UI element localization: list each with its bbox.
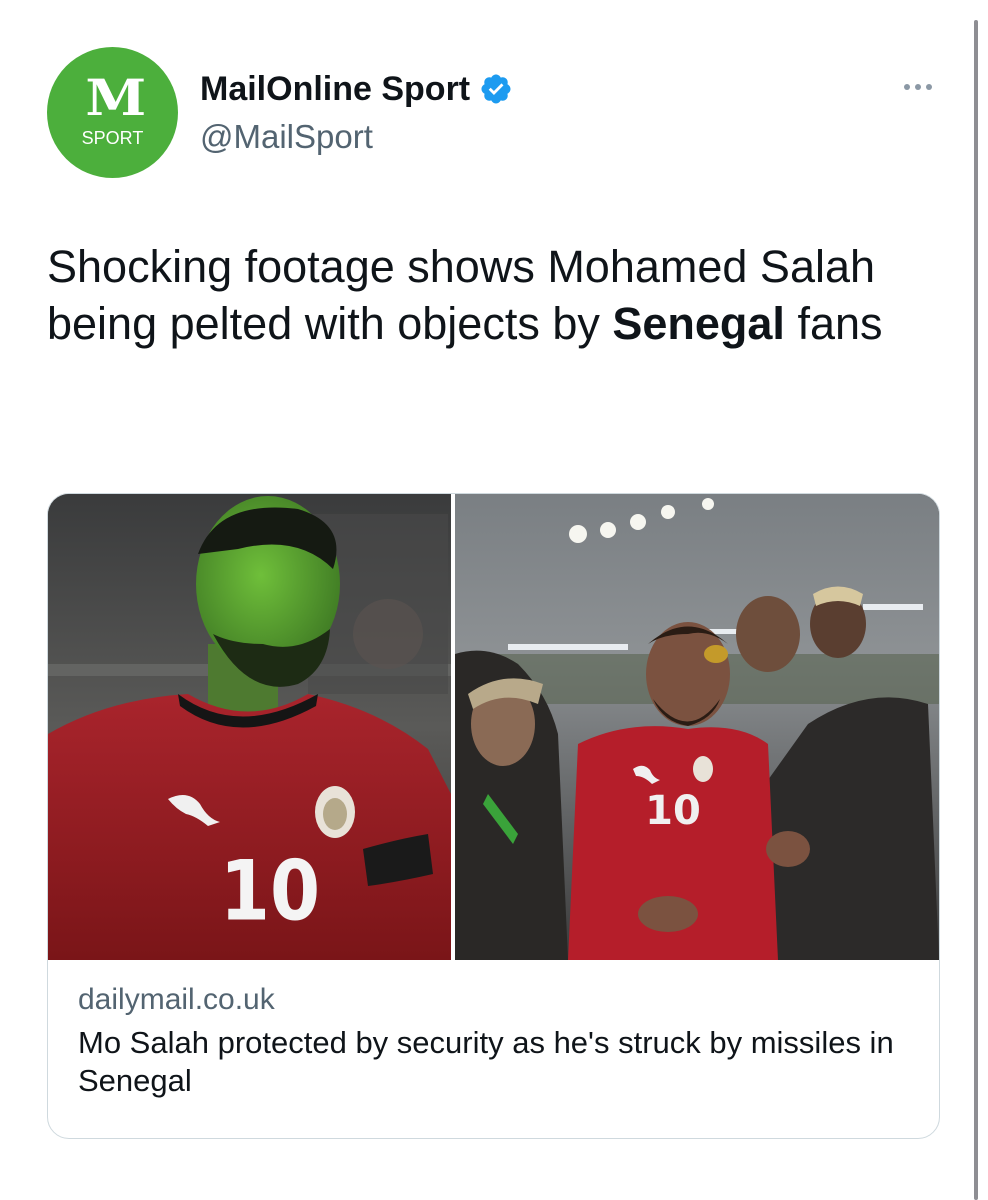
card-media-image: 10 10 <box>48 494 939 960</box>
author-name-row[interactable]: MailOnline Sport <box>200 68 513 110</box>
left-photo: 10 <box>48 494 451 960</box>
author-avatar[interactable]: M SPORT <box>47 47 178 178</box>
more-dot <box>915 84 921 90</box>
avatar-logo: M <box>85 68 146 127</box>
tweet-text: Shocking footage shows Mohamed Salah bei… <box>47 238 907 352</box>
author-handle[interactable]: @MailSport <box>200 117 373 157</box>
card-title[interactable]: Mo Salah protected by security as he's s… <box>78 1024 918 1100</box>
more-dot <box>904 84 910 90</box>
more-options-icon[interactable] <box>898 72 938 102</box>
tweet-text-part: fans <box>784 298 883 349</box>
right-shirt-number: 10 <box>645 788 701 834</box>
link-card[interactable]: 10 10 dailymail.co.uk Mo Salah protected… <box>47 493 940 1139</box>
tweet-text-bold: Senegal <box>612 298 785 349</box>
left-shirt-number: 10 <box>220 844 320 940</box>
right-photo: 10 <box>455 494 939 960</box>
tweet-page: M SPORT MailOnline Sport @MailSport Shoc… <box>0 0 988 1200</box>
card-domain: dailymail.co.uk <box>78 983 275 1016</box>
scrollbar[interactable] <box>974 20 978 1200</box>
card-media[interactable]: 10 10 <box>48 494 939 960</box>
verified-badge-icon <box>481 74 511 104</box>
more-dot <box>926 84 932 90</box>
avatar-label: SPORT <box>81 128 144 148</box>
author-name[interactable]: MailOnline Sport <box>200 68 470 110</box>
